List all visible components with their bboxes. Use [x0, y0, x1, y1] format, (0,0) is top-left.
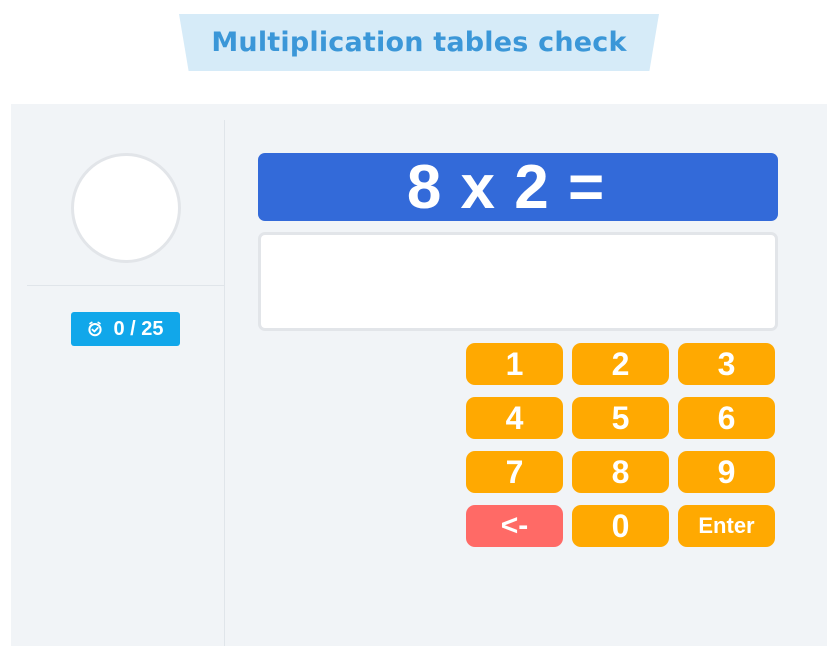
vertical-divider — [224, 120, 225, 646]
key-8[interactable]: 8 — [572, 451, 669, 493]
horizontal-divider — [27, 285, 224, 286]
check-panel: 0 / 25 8 x 2 = 1 2 3 4 5 6 7 8 9 <- 0 En… — [11, 104, 827, 646]
key-7[interactable]: 7 — [466, 451, 563, 493]
score-badge: 0 / 25 — [71, 312, 180, 346]
avatar — [71, 153, 181, 263]
score-text: 0 / 25 — [113, 317, 164, 340]
question-bar: 8 x 2 = — [258, 152, 778, 222]
key-3[interactable]: 3 — [678, 343, 775, 385]
timer-icon — [88, 321, 103, 337]
question-text: 8 x 2 = — [406, 152, 606, 222]
backspace-button[interactable]: <- — [466, 505, 563, 547]
key-2[interactable]: 2 — [572, 343, 669, 385]
key-4[interactable]: 4 — [466, 397, 563, 439]
page-title: Multiplication tables check — [211, 27, 627, 58]
keypad: 1 2 3 4 5 6 7 8 9 <- 0 Enter — [466, 343, 775, 547]
title-banner: Multiplication tables check — [179, 14, 659, 71]
key-5[interactable]: 5 — [572, 397, 669, 439]
key-0[interactable]: 0 — [572, 505, 669, 547]
key-6[interactable]: 6 — [678, 397, 775, 439]
key-1[interactable]: 1 — [466, 343, 563, 385]
answer-input[interactable] — [258, 232, 778, 331]
key-9[interactable]: 9 — [678, 451, 775, 493]
enter-button[interactable]: Enter — [678, 505, 775, 547]
